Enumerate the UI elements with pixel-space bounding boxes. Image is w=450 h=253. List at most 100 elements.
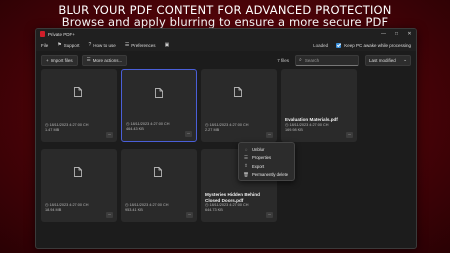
file-size: 2.27 MB [205, 128, 220, 133]
clock-icon: ◷ [285, 122, 289, 128]
more-options-button[interactable]: ··· [346, 132, 353, 138]
context-item-properties[interactable]: ☰ Properties [239, 154, 294, 163]
clock-icon: ◷ [205, 202, 209, 208]
context-item-delete[interactable]: 🗑 Permanently delete [239, 171, 294, 180]
file-meta: ◷18/11/2023 4:27:00 CH 18.94 MB [45, 203, 88, 213]
file-meta: ◷18/11/2023 4:27:00 CH 169.98 KB [285, 123, 328, 133]
file-card[interactable]: Evaluation Materials.pdf ◷18/11/2023 4:2… [281, 69, 357, 142]
file-size: 464.43 KB [126, 127, 144, 132]
document-icon [74, 167, 82, 177]
document-icon [234, 87, 242, 97]
file-name: Evaluation Materials.pdf [285, 117, 338, 122]
clock-icon: ◷ [125, 202, 129, 208]
more-options-button[interactable]: ··· [106, 212, 113, 218]
context-item-label: Export [252, 163, 265, 169]
export-icon: ⇪ [244, 163, 248, 169]
file-meta: ◷18/11/2023 4:27:00 CH 953.41 KB [125, 203, 168, 213]
support-icon: ⚑ [57, 42, 62, 48]
more-options-button[interactable]: ··· [185, 131, 192, 137]
clock-icon: ◷ [45, 202, 49, 208]
file-card[interactable]: ◷18/11/2023 4:27:00 CH 2.27 MB ··· [201, 69, 277, 142]
more-actions-button[interactable]: ☰ More actions... [81, 54, 128, 66]
sort-label: Last modified [369, 57, 396, 63]
file-size: 1.47 MB [45, 128, 60, 133]
menu-preferences-label: Preferences [131, 42, 156, 48]
file-date: 18/11/2023 4:27:00 CH [209, 203, 249, 208]
import-files-button[interactable]: + Import files [41, 54, 78, 66]
file-card[interactable]: ◷18/11/2023 4:27:00 CH 18.94 MB ··· [41, 149, 117, 222]
file-card[interactable]: ◷18/11/2023 4:27:00 CH 464.43 KB ··· [121, 69, 197, 142]
more-options-button[interactable]: ··· [266, 212, 273, 218]
file-name: Mysteries Hidden Behind Closed Doors.pdf [205, 192, 260, 203]
file-size: 953.41 KB [125, 208, 143, 213]
file-size: 18.94 MB [45, 208, 62, 213]
keep-awake-checkbox[interactable] [336, 42, 342, 48]
menu-support[interactable]: ⚑ Support [57, 42, 79, 48]
loaded-status: Loaded [313, 42, 329, 48]
context-item-unblur[interactable]: ◌ Unblur [239, 145, 294, 154]
file-date: 18/11/2023 4:27:00 CH [129, 203, 169, 208]
close-icon[interactable]: ✕ [403, 31, 416, 37]
menu-support-label: Support [63, 42, 80, 48]
context-item-label: Properties [252, 155, 272, 161]
file-date: 18/11/2023 4:27:00 CH [49, 203, 89, 208]
file-meta: ◷18/11/2023 4:27:00 CH 2.27 MB [205, 123, 248, 133]
list-icon: ☰ [86, 57, 91, 62]
keep-awake-label: Keep PC awake while processing [344, 42, 411, 48]
menu-file[interactable]: File [41, 43, 48, 48]
document-icon [155, 88, 163, 98]
more-options-button[interactable]: ··· [186, 212, 193, 218]
file-date: 18/11/2023 4:27:00 CH [49, 123, 89, 128]
file-card[interactable]: ◷18/11/2023 4:27:00 CH 953.41 KB ··· [121, 149, 197, 222]
context-item-label: Permanently delete [252, 172, 289, 178]
screenshot-icon: ▣ [164, 42, 170, 48]
document-icon [154, 167, 162, 177]
import-files-label: Import files [50, 57, 73, 63]
context-item-label: Unblur [252, 146, 265, 152]
app-logo-icon [40, 31, 45, 37]
menu-preferences[interactable]: ☰ Preferences [125, 42, 156, 48]
menu-how-to-use[interactable]: ? How to use [89, 42, 116, 48]
clock-icon: ◷ [45, 122, 49, 128]
search-icon: ⌕ [299, 57, 302, 63]
more-options-button[interactable]: ··· [106, 132, 113, 138]
app-window: Private PDF+ — □ ✕ File ⚑ Support ? How to… [35, 28, 417, 249]
file-card[interactable]: ◷18/11/2023 4:27:00 CH 1.47 MB ··· [41, 69, 117, 142]
file-date: 18/11/2023 4:27:00 CH [209, 123, 249, 128]
menu-bar: File ⚑ Support ? How to use ☰ Preferences ▣… [36, 39, 416, 51]
search-input[interactable]: ⌕ Search [295, 54, 359, 66]
more-options-button[interactable]: ··· [266, 132, 273, 138]
blur-icon: ◌ [244, 146, 248, 152]
add-icon: + [46, 57, 49, 63]
files-count: 7 files [277, 57, 289, 63]
file-size: 169.98 KB [285, 128, 303, 133]
file-date: 18/11/2023 4:27:00 CH [289, 123, 329, 128]
document-icon [74, 87, 82, 97]
file-meta: ◷18/11/2023 4:27:00 CH 464.43 KB [126, 122, 169, 132]
menu-how-to-use-label: How to use [93, 42, 116, 48]
info-icon: ☰ [244, 154, 248, 160]
more-actions-label: More actions... [92, 57, 123, 63]
maximize-icon[interactable]: □ [390, 31, 403, 37]
title-bar: Private PDF+ — □ ✕ [36, 29, 416, 39]
minimize-icon[interactable]: — [377, 31, 390, 37]
clock-icon: ◷ [205, 122, 209, 128]
clock-icon: ◷ [126, 121, 130, 127]
menu-file-label: File [41, 42, 49, 48]
sort-dropdown[interactable]: Last modified ⌄ [365, 54, 411, 66]
chevron-down-icon: ⌄ [403, 57, 407, 62]
help-icon: ? [88, 42, 92, 48]
menu-extra[interactable]: ▣ [165, 42, 172, 48]
file-size: 644.73 KB [205, 208, 223, 213]
search-placeholder: Search [304, 57, 320, 63]
app-title: Private PDF+ [48, 31, 75, 37]
context-menu: ◌ Unblur ☰ Properties ⇪ Export 🗑 Permanently… [238, 142, 295, 181]
preferences-icon: ☰ [124, 42, 130, 48]
toolbar: + Import files ☰ More actions... 7 files ⌕… [36, 53, 416, 67]
window-controls: — □ ✕ [377, 31, 416, 37]
trash-icon: 🗑 [243, 171, 249, 177]
file-meta: ◷18/11/2023 4:27:00 CH 1.47 MB [45, 123, 88, 133]
context-item-export[interactable]: ⇪ Export [239, 162, 294, 171]
file-meta: ◷18/11/2023 4:27:00 CH 644.73 KB [205, 203, 248, 213]
keep-awake-toggle[interactable]: Keep PC awake while processing [336, 42, 411, 48]
